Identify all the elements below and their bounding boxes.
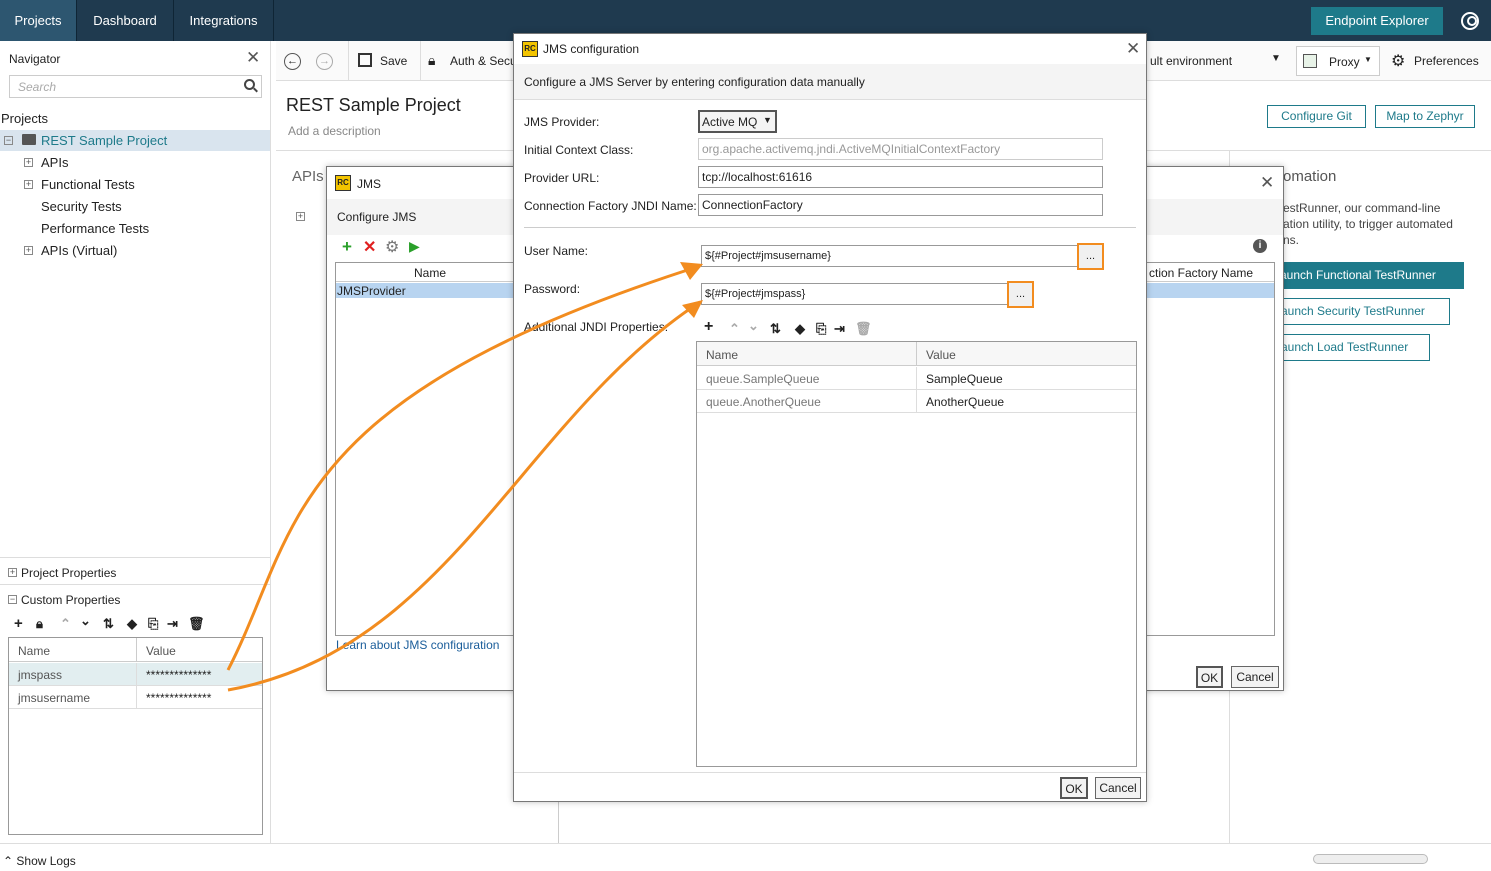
annotation-arrows — [226, 262, 703, 692]
arrowhead — [682, 300, 703, 318]
arrow-username-to-password — [227, 300, 701, 692]
arrow-password-to-username — [226, 264, 701, 671]
